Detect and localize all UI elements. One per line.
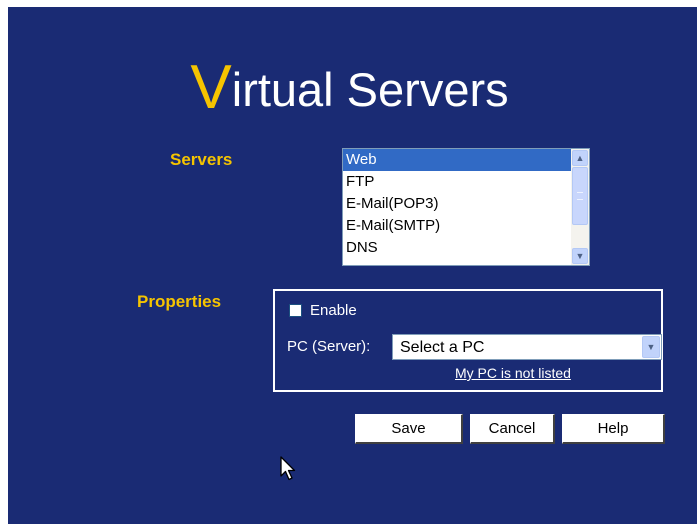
help-button[interactable]: Help (562, 414, 665, 444)
pc-select[interactable]: Select a PC ▼ (392, 334, 662, 360)
pc-select-value: Select a PC (400, 339, 485, 356)
enable-label: Enable (310, 301, 357, 319)
mouse-pointer-icon (280, 456, 296, 487)
server-item-pop3[interactable]: E-Mail(POP3) (343, 193, 571, 215)
save-button[interactable]: Save (355, 414, 463, 444)
enable-checkbox[interactable] (289, 303, 302, 317)
scroll-up-button[interactable]: ▲ (572, 150, 588, 166)
servers-scrollbar[interactable]: ▲ ▼ (571, 149, 589, 265)
chevron-down-icon: ▼ (646, 342, 656, 352)
scroll-thumb[interactable] (572, 167, 588, 225)
pc-select-dropdown-button[interactable]: ▼ (642, 336, 660, 358)
chevron-down-icon: ▼ (575, 251, 585, 261)
server-item-dns[interactable]: DNS (343, 237, 571, 259)
properties-label: Properties (137, 292, 222, 311)
grip-icon (577, 192, 583, 200)
servers-label: Servers (170, 150, 233, 169)
server-item-web[interactable]: Web (343, 149, 571, 171)
server-item-smtp[interactable]: E-Mail(SMTP) (343, 215, 571, 237)
page-title-rest: irtual Servers (231, 63, 509, 116)
server-item-ftp[interactable]: FTP (343, 171, 571, 193)
chevron-up-icon: ▲ (575, 153, 585, 163)
my-pc-not-listed-link[interactable]: My PC is not listed (455, 365, 571, 381)
pc-server-label: PC (Server): (287, 338, 371, 355)
cancel-button[interactable]: Cancel (470, 414, 555, 444)
servers-listbox[interactable]: Web FTP E-Mail(POP3) E-Mail(SMTP) DNS ▲ … (342, 148, 590, 266)
scroll-down-button[interactable]: ▼ (572, 248, 588, 264)
page-title: Virtual Servers (0, 52, 699, 123)
page-title-initial: V (190, 53, 232, 122)
enable-row: Enable (289, 301, 357, 319)
